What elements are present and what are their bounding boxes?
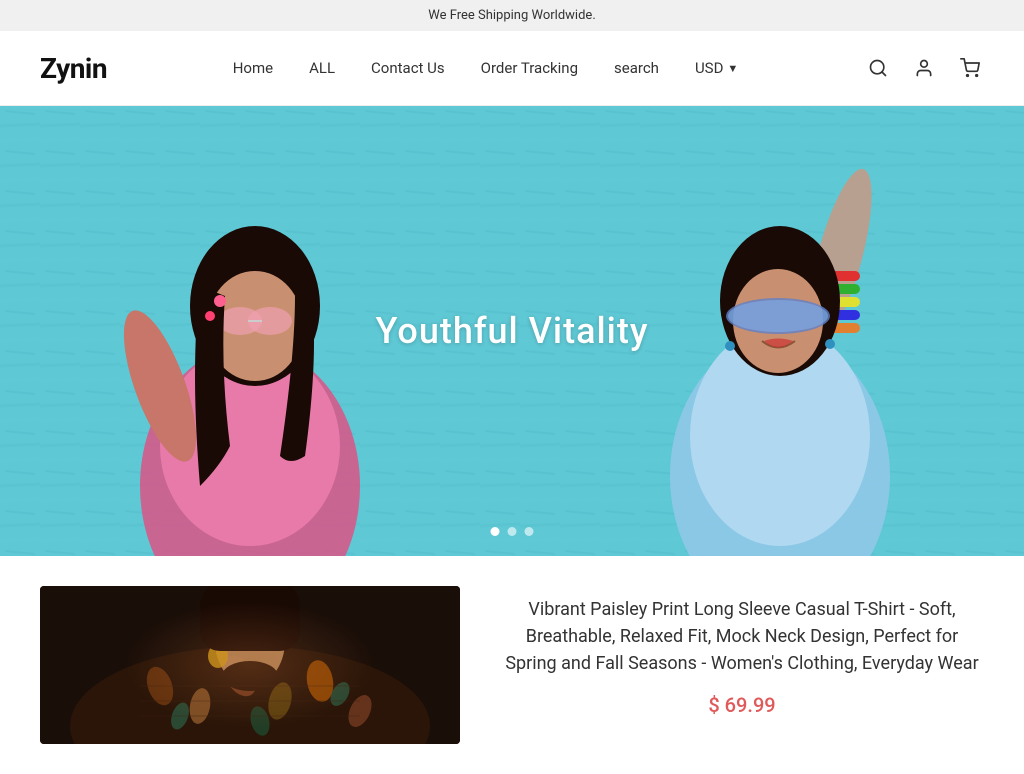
product-image[interactable] [40,586,460,744]
product-title[interactable]: Vibrant Paisley Print Long Sleeve Casual… [500,596,984,677]
currency-selector[interactable]: USD ▼ [695,59,738,77]
hero-dot-1[interactable] [491,527,500,536]
product-image-inner [40,586,460,744]
header-icons [864,54,984,82]
nav-search[interactable]: search [614,59,659,77]
product-visual [40,586,460,744]
hero-dot-2[interactable] [508,527,517,536]
header: Zynin Home ALL Contact Us Order Tracking… [0,31,1024,106]
hero-banner: Youthful Vitality [0,106,1024,556]
logo[interactable]: Zynin [40,52,107,85]
search-button[interactable] [864,54,892,82]
nav-order-tracking[interactable]: Order Tracking [481,59,578,77]
nav-home[interactable]: Home [233,59,273,77]
announcement-bar: We Free Shipping Worldwide. [0,0,1024,31]
hero-dots [491,527,534,536]
currency-label: USD [695,59,723,77]
nav-contact-us[interactable]: Contact Us [371,59,445,77]
announcement-text: We Free Shipping Worldwide. [428,8,596,23]
hero-dot-3[interactable] [525,527,534,536]
cart-button[interactable] [956,54,984,82]
currency-arrow-icon: ▼ [727,62,738,75]
account-icon [914,58,934,78]
product-section: Vibrant Paisley Print Long Sleeve Casual… [0,556,1024,774]
account-button[interactable] [910,54,938,82]
search-icon [868,58,888,78]
hero-title: Youthful Vitality [376,310,649,352]
product-info: Vibrant Paisley Print Long Sleeve Casual… [500,586,984,717]
product-price: $ 69.99 [500,693,984,717]
nav-all[interactable]: ALL [309,59,335,77]
main-nav: Home ALL Contact Us Order Tracking searc… [233,59,739,77]
cart-icon [960,58,980,78]
